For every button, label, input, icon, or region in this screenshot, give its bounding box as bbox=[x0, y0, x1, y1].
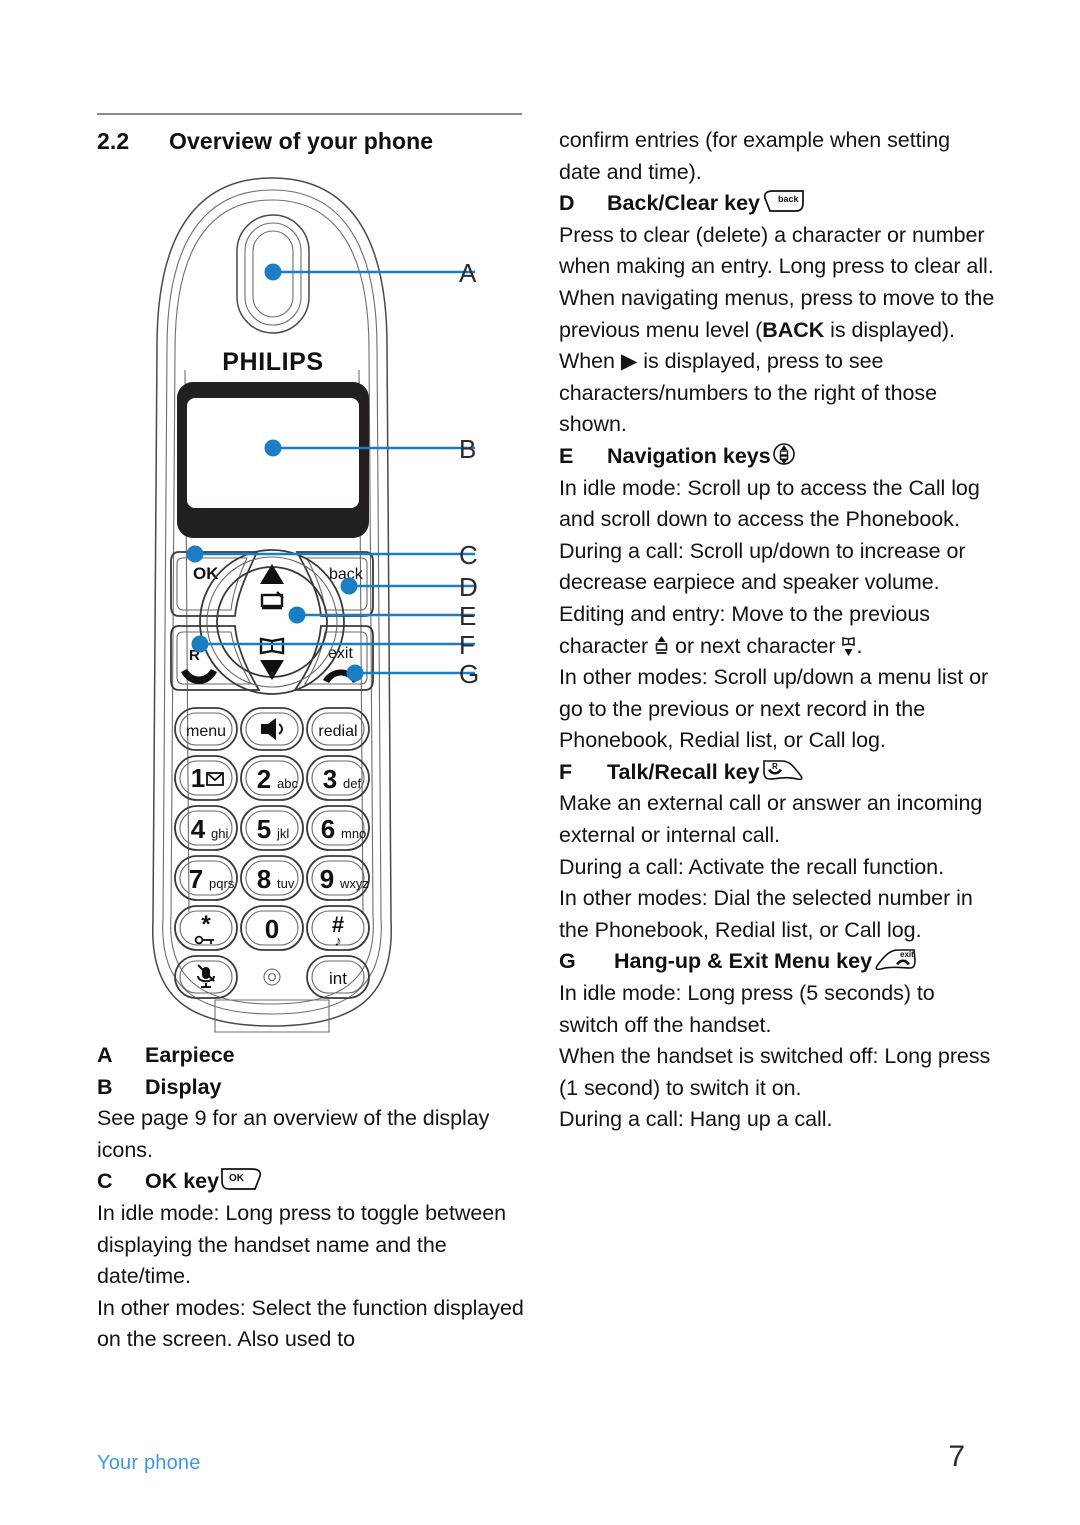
talk-paragraph-1: Make an external call or answer an incom… bbox=[559, 791, 983, 848]
legend-item-g: G Hang-up & Exit Menu key exit bbox=[559, 946, 995, 978]
hangup-exit-key-icon: exit bbox=[872, 946, 918, 972]
legend-item-f: F Talk/Recall key R bbox=[559, 757, 995, 789]
manual-page: 2.2 Overview of your phone .o{fill:none;s… bbox=[0, 0, 1080, 1525]
ok-paragraph-1: In idle mode: Long press to toggle betwe… bbox=[97, 1200, 507, 1289]
svg-text:jkl: jkl bbox=[276, 826, 289, 841]
legend-title-e: Navigation keys bbox=[607, 443, 771, 468]
legend-letter-b: B bbox=[97, 1074, 113, 1099]
svg-text:abc: abc bbox=[277, 776, 298, 791]
svg-text:*: * bbox=[201, 911, 211, 938]
callout-f: F bbox=[459, 630, 475, 660]
svg-text:tuv: tuv bbox=[277, 876, 295, 891]
right-column: confirm entries (for example when settin… bbox=[559, 125, 995, 1136]
svg-text:8: 8 bbox=[257, 864, 271, 894]
section-heading: 2.2 Overview of your phone bbox=[97, 128, 527, 155]
legend-title-g: Hang-up & Exit Menu key bbox=[614, 949, 873, 974]
talk-paragraph-2: During a call: Activate the recall funct… bbox=[559, 854, 944, 879]
callout-g: G bbox=[459, 659, 480, 689]
svg-text:wxyz: wxyz bbox=[339, 876, 369, 891]
talk-paragraph-3: In other modes: Dial the selected number… bbox=[559, 886, 973, 942]
navigation-keys-icon bbox=[771, 441, 797, 467]
navigation-paragraph-4: In other modes: Scroll up/down a menu li… bbox=[559, 665, 989, 753]
svg-text:redial: redial bbox=[318, 723, 357, 740]
ok-paragraph-continued: confirm entries (for example when settin… bbox=[559, 128, 951, 184]
legend-title-c: OK key bbox=[145, 1169, 220, 1194]
back-emphasis: BACK bbox=[762, 317, 825, 342]
callout-e: E bbox=[459, 601, 477, 631]
svg-text:6: 6 bbox=[321, 814, 335, 844]
legend-title-f: Talk/Recall key bbox=[607, 759, 760, 784]
svg-text:def: def bbox=[343, 776, 361, 791]
svg-text:int: int bbox=[329, 969, 347, 988]
svg-text:back: back bbox=[778, 194, 800, 204]
footer-section-label: Your phone bbox=[97, 1452, 201, 1474]
callout-b: B bbox=[459, 434, 477, 464]
svg-text:OK: OK bbox=[229, 1173, 245, 1184]
svg-text:4: 4 bbox=[191, 814, 206, 844]
header-rule bbox=[97, 113, 522, 115]
navigation-paragraph-3: Editing and entry: Move to the previous … bbox=[559, 601, 930, 658]
legend-title-a: Earpiece bbox=[145, 1043, 235, 1067]
legend-title-d: Back/Clear key bbox=[607, 191, 760, 216]
legend-item-e: E Navigation keys bbox=[559, 441, 995, 473]
svg-text:mno: mno bbox=[341, 826, 366, 841]
legend-item-d: D Back/Clear key back bbox=[559, 188, 995, 220]
legend-title-b: Display bbox=[145, 1074, 222, 1099]
svg-text:1: 1 bbox=[191, 763, 205, 793]
legend-letter-d: D bbox=[559, 191, 575, 216]
svg-text:♪: ♪ bbox=[334, 933, 342, 950]
hangup-paragraph-2: When the handset is switched off: Long p… bbox=[559, 1044, 991, 1100]
section-number: 2.2 bbox=[97, 128, 130, 154]
legend-item-b: B Display bbox=[97, 1072, 529, 1104]
talk-recall-key-icon: R bbox=[760, 757, 806, 783]
svg-text:exit: exit bbox=[900, 950, 914, 959]
svg-text:5: 5 bbox=[257, 814, 271, 844]
callout-a: A bbox=[459, 258, 477, 288]
svg-text:pqrs: pqrs bbox=[209, 876, 235, 891]
svg-text:OK: OK bbox=[193, 564, 219, 583]
legend-letter-e: E bbox=[559, 443, 574, 468]
display-note: See page 9 for an overview of the displa… bbox=[97, 1106, 490, 1162]
svg-text:ghi: ghi bbox=[211, 826, 228, 841]
svg-text:PHILIPS: PHILIPS bbox=[222, 348, 323, 376]
legend-letter-g: G bbox=[559, 949, 576, 974]
back-paragraph-1: Press to clear (delete) a character or n… bbox=[559, 222, 994, 279]
legend-letter-f: F bbox=[559, 759, 573, 784]
ok-softkey-icon: OK bbox=[219, 1166, 263, 1192]
back-softkey-icon: back bbox=[760, 188, 806, 214]
legend-letter-c: C bbox=[97, 1169, 113, 1194]
page-number: 7 bbox=[948, 1440, 965, 1473]
legend-item-c: C OK key OK bbox=[97, 1166, 529, 1198]
back-paragraph-2: When navigating menus, press to move to … bbox=[559, 285, 995, 342]
legend-item-a: A Earpiece bbox=[97, 1040, 529, 1072]
callout-c: C bbox=[459, 540, 478, 570]
prev-character-icon bbox=[654, 635, 669, 657]
svg-text:R: R bbox=[772, 762, 778, 771]
svg-text:menu: menu bbox=[186, 723, 226, 740]
section-title: Overview of your phone bbox=[169, 128, 434, 154]
svg-text:0: 0 bbox=[265, 914, 279, 944]
hangup-paragraph-3: During a call: Hang up a call. bbox=[559, 1107, 833, 1132]
hangup-paragraph-1: In idle mode: Long press (5 seconds) to … bbox=[559, 981, 935, 1037]
next-character-icon bbox=[841, 635, 856, 657]
handset-diagram: .o{fill:none;stroke:#4a4a4a;stroke-width… bbox=[97, 160, 529, 1040]
svg-text:2: 2 bbox=[257, 764, 271, 794]
navigation-paragraph-2: During a call: Scroll up/down to increas… bbox=[559, 538, 966, 595]
svg-text:3: 3 bbox=[323, 764, 337, 794]
legend-letter-a: A bbox=[97, 1043, 113, 1067]
ok-paragraph-2: In other modes: Select the function disp… bbox=[97, 1295, 524, 1352]
back-paragraph-3: When ▶ is displayed, press to see charac… bbox=[559, 349, 938, 437]
navigation-paragraph-1: In idle mode: Scroll up to access the Ca… bbox=[559, 475, 980, 532]
svg-text:7: 7 bbox=[189, 864, 203, 894]
left-column: A Earpiece B Display See page 9 for an ove… bbox=[97, 1040, 529, 1356]
callout-d: D bbox=[459, 572, 478, 602]
svg-text:9: 9 bbox=[320, 864, 334, 894]
